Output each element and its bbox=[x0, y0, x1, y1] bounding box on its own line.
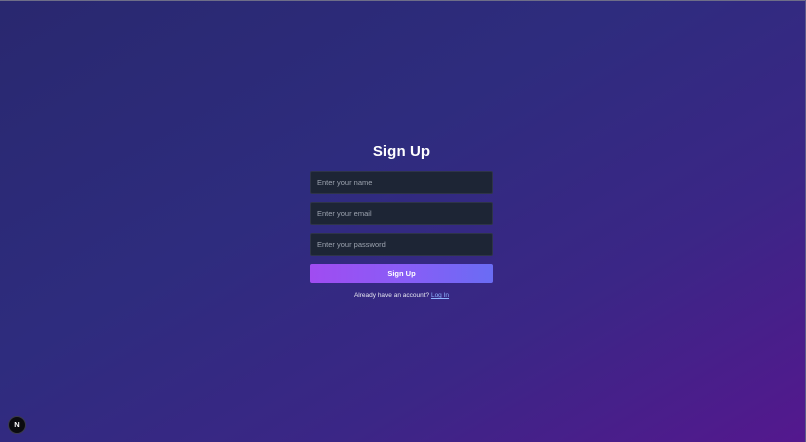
login-link[interactable]: Log In bbox=[431, 292, 449, 299]
signup-form: Sign Up Sign Up Already have an account?… bbox=[310, 142, 493, 301]
sign-up-button[interactable]: Sign Up bbox=[310, 264, 493, 283]
name-input[interactable] bbox=[310, 171, 493, 194]
page-title: Sign Up bbox=[372, 143, 431, 160]
email-input[interactable] bbox=[310, 202, 493, 225]
login-prompt: Already have an account? Log In bbox=[310, 291, 493, 301]
nextjs-dev-indicator[interactable]: N bbox=[8, 416, 26, 434]
nextjs-logo-icon: N bbox=[14, 420, 20, 430]
login-prompt-text: Already have an account? bbox=[353, 292, 430, 299]
password-input[interactable] bbox=[310, 233, 493, 256]
window-top-border bbox=[0, 0, 806, 1]
